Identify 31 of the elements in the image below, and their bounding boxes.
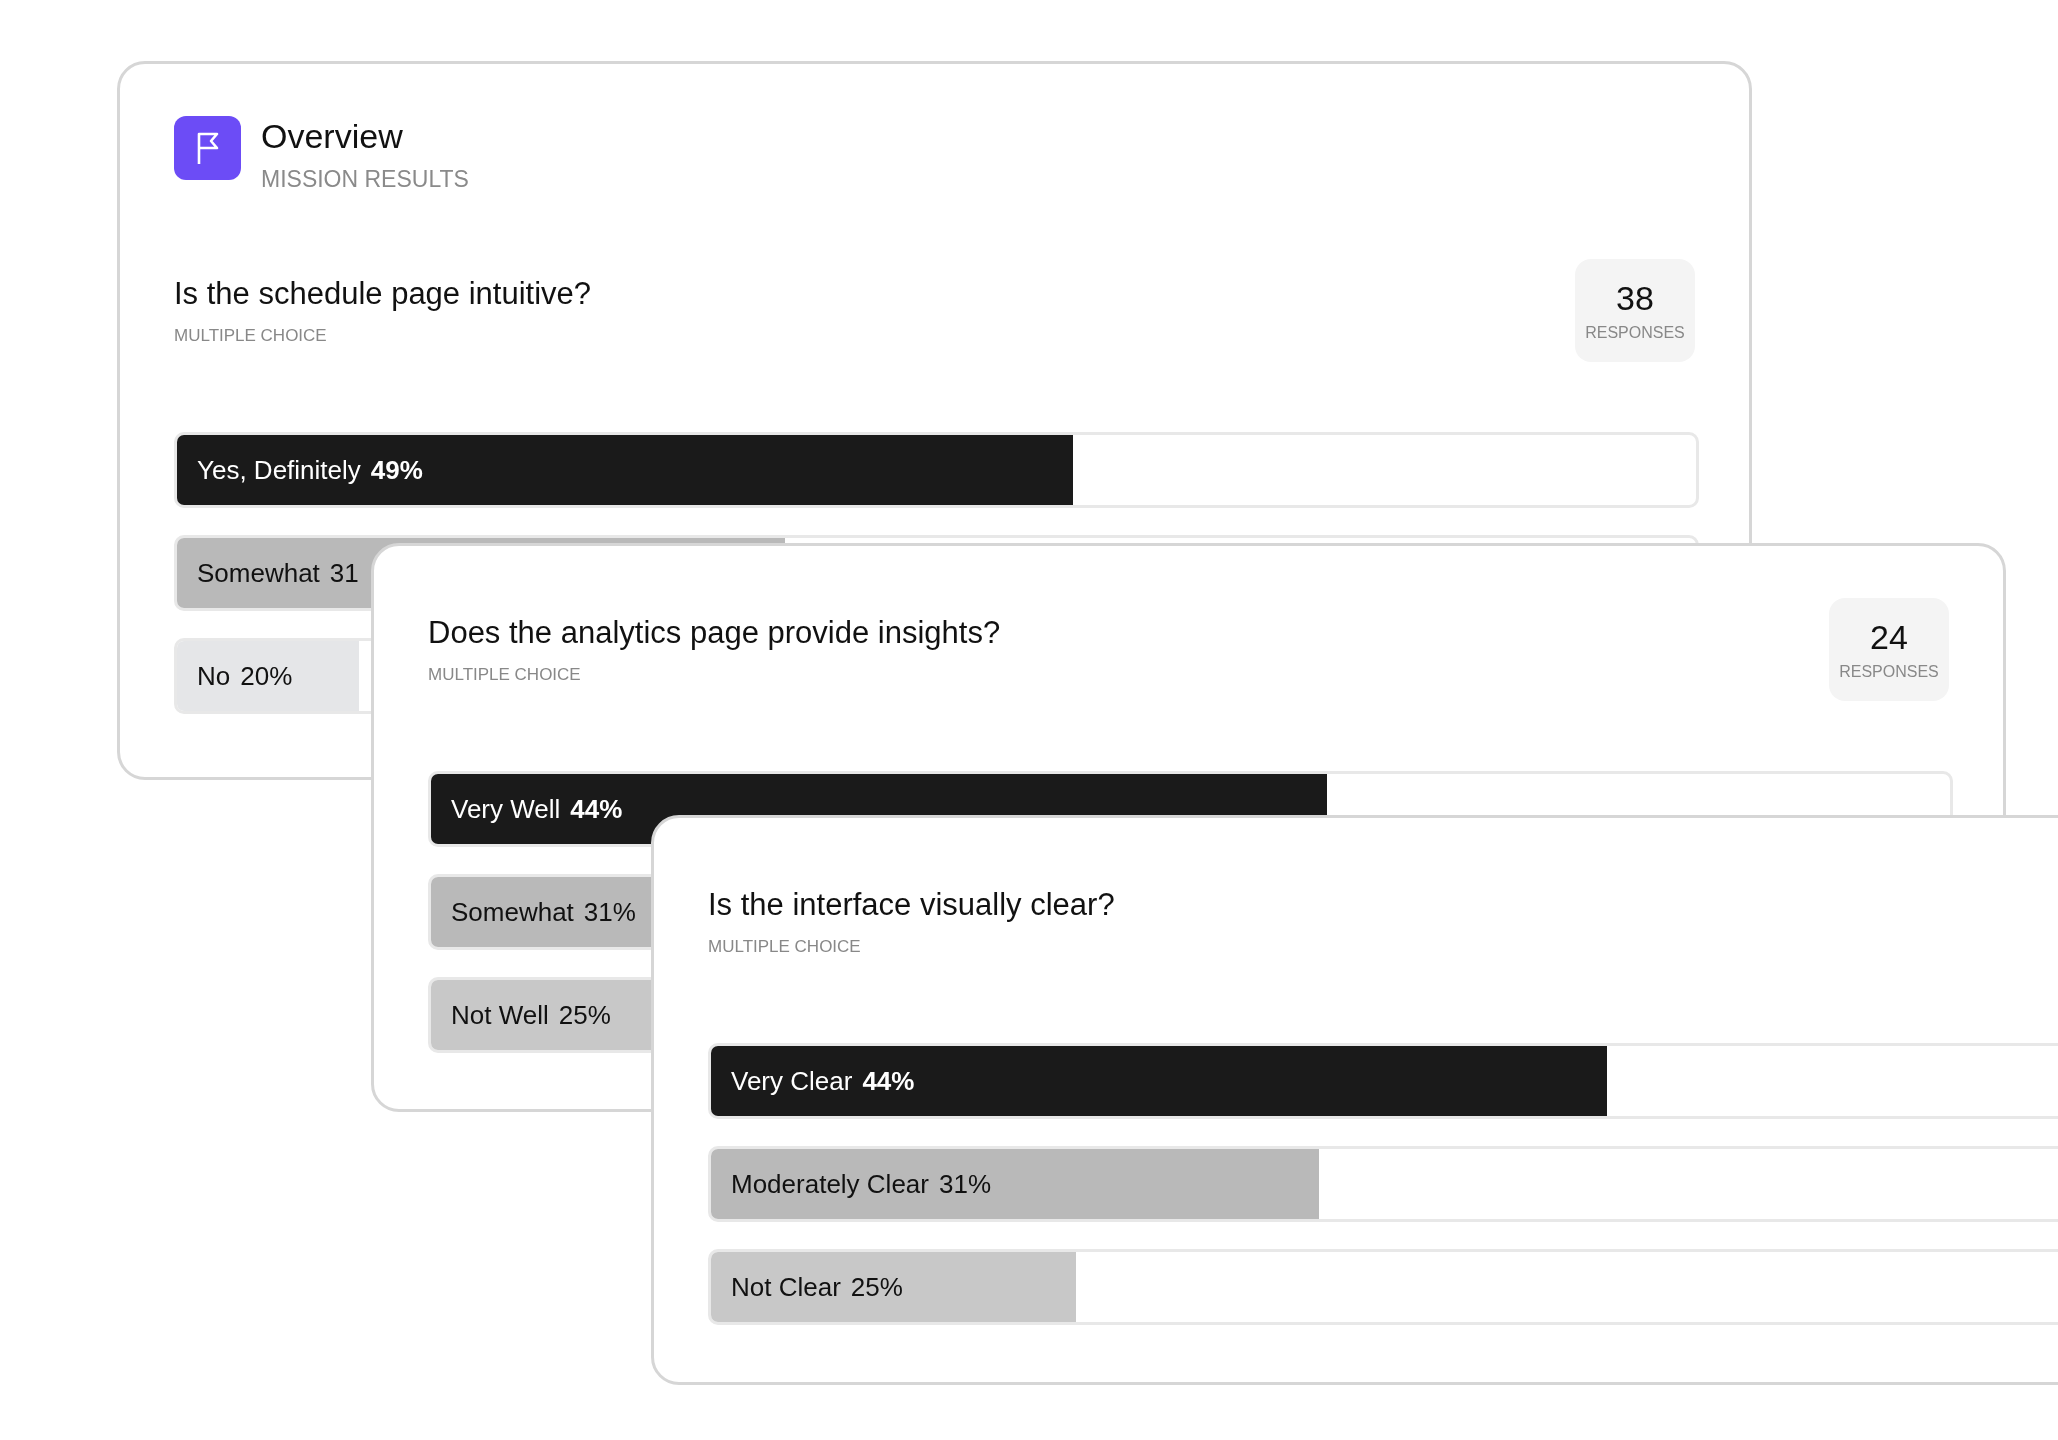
option-percent: 49% <box>370 454 423 486</box>
option-percent: 20% <box>240 660 293 692</box>
question-title: Does the analytics page provide insights? <box>428 614 1001 651</box>
question-type: MULTIPLE CHOICE <box>174 325 328 346</box>
question-title: Is the interface visually clear? <box>708 886 1115 923</box>
option-label: Very Well <box>451 793 561 825</box>
option-label: Moderately Clear <box>731 1168 929 1200</box>
option-percent: 31% <box>583 896 636 928</box>
option-label: Somewhat <box>451 896 574 928</box>
page-title: Overview <box>261 116 404 156</box>
response-count: 24 <box>1870 618 1908 657</box>
responses-label: RESPONSES <box>1839 663 1939 681</box>
option-label: Yes, Definitely <box>197 454 361 486</box>
option-percent: 44% <box>862 1065 915 1097</box>
question-title: Is the schedule page intuitive? <box>174 275 592 312</box>
responses-label: RESPONSES <box>1585 324 1685 342</box>
question-type: MULTIPLE CHOICE <box>708 936 862 957</box>
option-label: Somewhat <box>197 557 320 589</box>
option-percent: 31 <box>329 557 359 589</box>
option-percent: 31% <box>939 1168 992 1200</box>
question-type: MULTIPLE CHOICE <box>428 664 582 685</box>
page-subtitle: MISSION RESULTS <box>261 166 469 193</box>
option-percent: 25% <box>850 1271 903 1303</box>
option-label: No <box>197 660 231 692</box>
option-percent: 25% <box>558 999 611 1031</box>
response-count: 38 <box>1616 279 1654 318</box>
option-percent: 44% <box>570 793 623 825</box>
option-label: Not Clear <box>731 1271 841 1303</box>
flag-icon <box>174 116 241 180</box>
option-label: Not Well <box>451 999 549 1031</box>
option-label: Very Clear <box>731 1065 853 1097</box>
